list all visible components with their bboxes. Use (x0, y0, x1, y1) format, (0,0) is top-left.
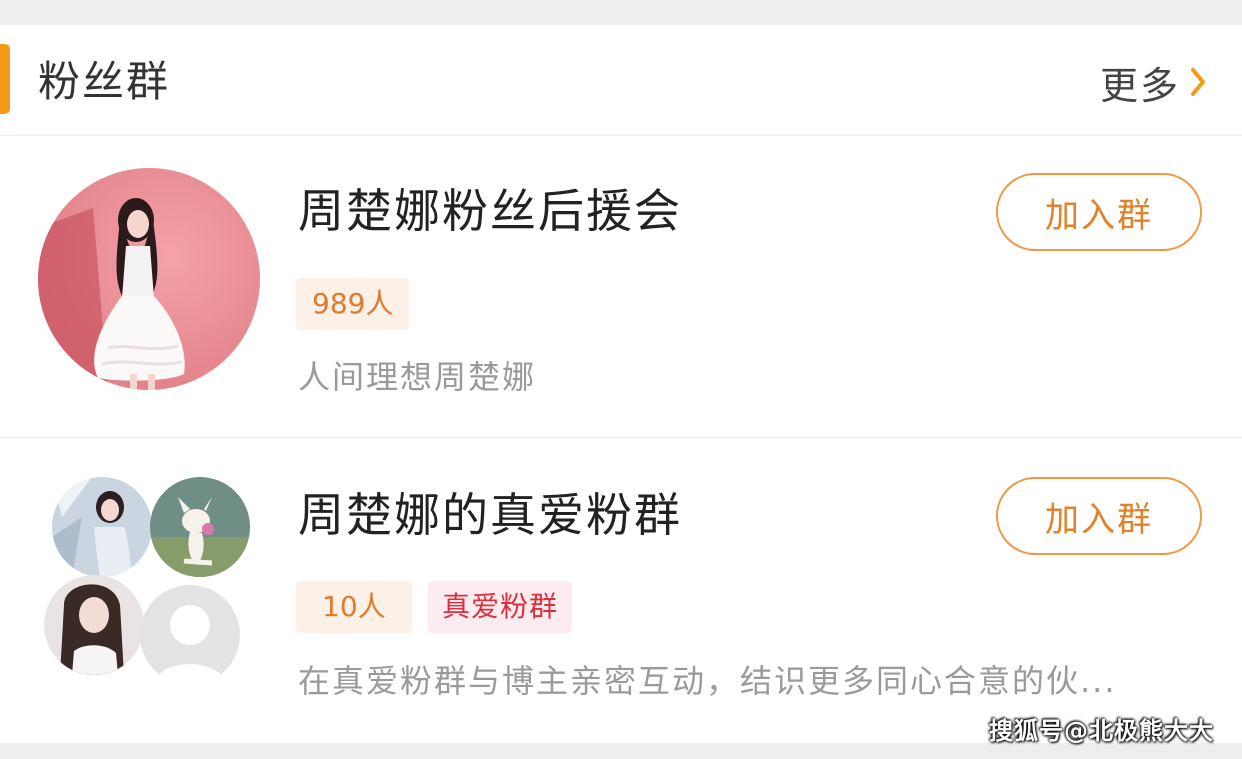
member-avatar (44, 575, 144, 675)
member-avatar (52, 477, 152, 577)
member-avatar-placeholder (140, 585, 240, 685)
group-description: 在真爱粉群与博主亲密互动，结识更多同心合意的伙... (298, 662, 1117, 700)
true-love-tag: 真爱粉群 (428, 581, 573, 633)
member-count-badge: 10人 (296, 581, 412, 633)
watermark: 搜狐号@北极熊大大 (989, 717, 1214, 745)
join-group-button[interactable]: 加入群 (996, 477, 1202, 555)
group-name: 周楚娜的真爱粉群 (298, 488, 682, 542)
fan-group-card: 粉丝群 更多 周楚娜粉丝后援会 989人 人间理想周楚娜 加入群 周楚娜的真爱粉… (0, 25, 1242, 743)
group-item[interactable]: 周楚娜的真爱粉群 10人 真爱粉群 在真爱粉群与博主亲密互动，结识更多同心合意的… (0, 25, 1242, 743)
member-avatar (150, 477, 250, 577)
